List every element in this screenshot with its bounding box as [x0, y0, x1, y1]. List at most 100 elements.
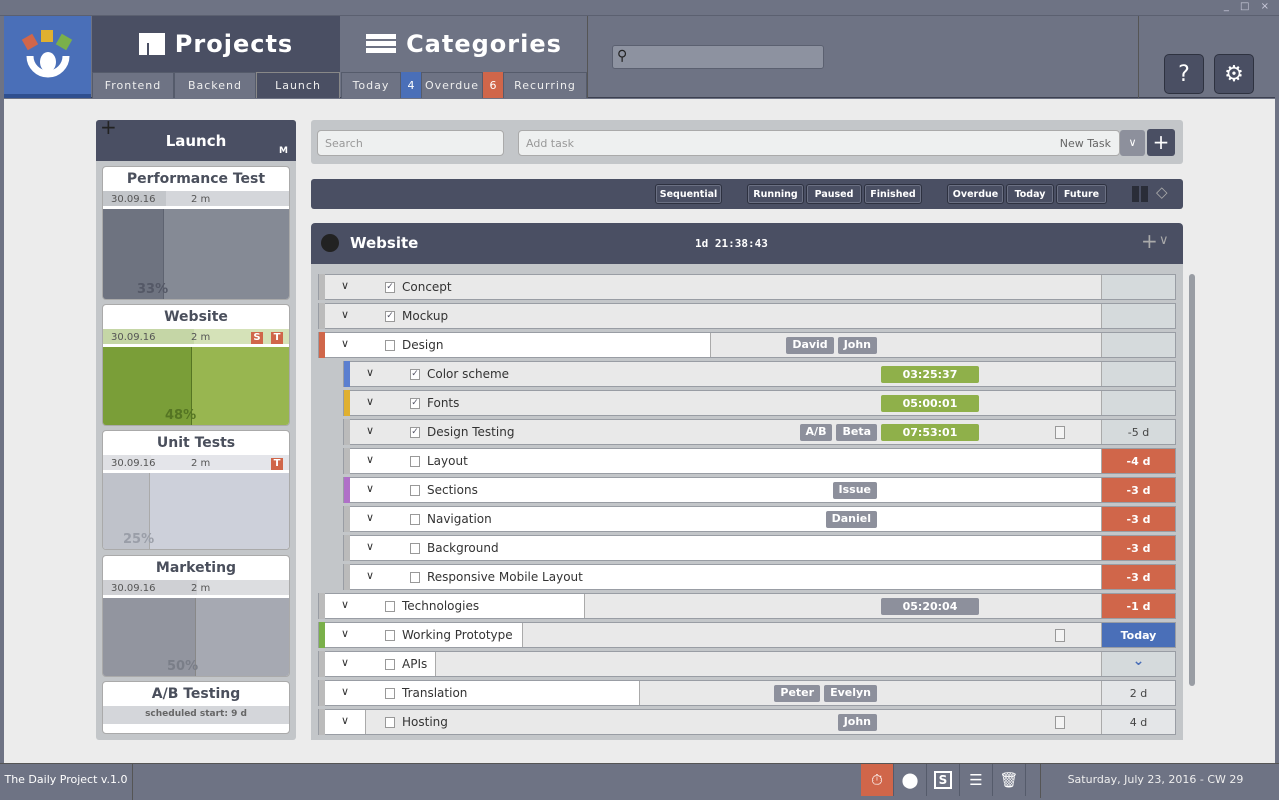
task-row[interactable]: ∨ ✓ Design Testing A/B Beta 07:53:01 -5 d: [343, 419, 1176, 445]
add-task-input[interactable]: Add task New Task: [518, 130, 1120, 156]
task-checkbox[interactable]: [385, 340, 395, 351]
s-tasks-icon[interactable]: S: [927, 764, 960, 796]
global-search-input[interactable]: ⚲: [612, 45, 824, 69]
tab-backend[interactable]: Backend: [174, 72, 256, 98]
task-row[interactable]: ∨ Sections Issue -3 d: [343, 477, 1176, 503]
categories-tab[interactable]: Categories: [341, 16, 587, 72]
task-checkbox[interactable]: [410, 543, 420, 554]
expand-chevron-icon[interactable]: ∨: [366, 482, 374, 495]
note-icon[interactable]: [1055, 716, 1065, 729]
task-tag[interactable]: Evelyn: [824, 685, 877, 702]
task-checkbox[interactable]: [410, 514, 420, 525]
tab-recurring[interactable]: Recurring: [503, 72, 587, 98]
filter-paused[interactable]: Paused: [806, 184, 862, 204]
task-list-scrollbar[interactable]: [1189, 274, 1195, 686]
task-tag[interactable]: John: [837, 714, 877, 731]
task-row[interactable]: ∨ Background -3 d: [343, 535, 1176, 561]
task-tag[interactable]: David: [786, 337, 834, 354]
project-card[interactable]: Unit Tests 30.09.16 2 m T 25%: [102, 430, 290, 550]
expand-chevron-icon[interactable]: ∨: [366, 366, 374, 379]
task-timer[interactable]: 07:53:01: [881, 424, 979, 441]
task-row[interactable]: ∨ Layout -4 d: [343, 448, 1176, 474]
task-row[interactable]: ∨ Working Prototype Today: [318, 622, 1176, 648]
task-timer[interactable]: 03:25:37: [881, 366, 979, 383]
settings-gear-icon[interactable]: ⚙: [1214, 54, 1254, 94]
expand-chevron-icon[interactable]: ∨: [366, 569, 374, 582]
task-checkbox[interactable]: ✓: [410, 427, 420, 438]
task-row[interactable]: ∨ Responsive Mobile Layout -3 d: [343, 564, 1176, 590]
expand-chevron-icon[interactable]: ∨: [341, 656, 349, 669]
task-timer[interactable]: 05:20:04: [881, 598, 979, 615]
project-card[interactable]: Performance Test 30.09.16 2 m 33%: [102, 166, 290, 300]
filter-finished[interactable]: Finished: [864, 184, 922, 204]
task-row[interactable]: ∨ ✓ Concept: [318, 274, 1176, 300]
task-row[interactable]: ∨ Design David John: [318, 332, 1176, 358]
task-row[interactable]: ∨ Technologies 05:20:04 -1 d: [318, 593, 1176, 619]
add-project-icon[interactable]: +: [100, 106, 117, 148]
tab-launch[interactable]: Launch: [256, 72, 340, 98]
filter-running[interactable]: Running: [747, 184, 804, 204]
expand-chevron-icon[interactable]: ∨: [341, 714, 349, 727]
task-checkbox[interactable]: ✓: [385, 282, 395, 293]
stopwatch-icon[interactable]: ⏱: [861, 764, 894, 796]
add-task-plus-icon[interactable]: +: [1141, 229, 1158, 253]
note-icon[interactable]: [1055, 426, 1065, 439]
task-checkbox[interactable]: [385, 717, 395, 728]
app-logo[interactable]: [4, 16, 91, 98]
task-checkbox[interactable]: ✓: [410, 398, 420, 409]
grid-view-icon[interactable]: [1132, 186, 1148, 202]
task-checkbox[interactable]: [410, 485, 420, 496]
tab-today[interactable]: Today: [341, 72, 401, 98]
task-tag[interactable]: Beta: [836, 424, 877, 441]
task-checkbox[interactable]: [385, 630, 395, 641]
task-row[interactable]: ∨ APIs ⌄: [318, 651, 1176, 677]
task-row[interactable]: ∨ ✓ Mockup: [318, 303, 1176, 329]
task-tag[interactable]: Peter: [774, 685, 821, 702]
task-checkbox[interactable]: [385, 601, 395, 612]
expand-chevron-icon[interactable]: ∨: [366, 453, 374, 466]
task-search-input[interactable]: Search: [317, 130, 504, 156]
add-task-plus-icon[interactable]: +: [1147, 129, 1175, 156]
expand-chevron-icon[interactable]: ∨: [366, 511, 374, 524]
expand-chevron-icon[interactable]: ∨: [341, 337, 349, 350]
collapse-chevron-icon[interactable]: ∨: [1159, 233, 1169, 248]
filter-future[interactable]: Future: [1056, 184, 1107, 204]
expand-chevron-icon[interactable]: ∨: [341, 279, 349, 292]
expand-chevron-icon[interactable]: ∨: [341, 627, 349, 640]
tag-icon[interactable]: ◇: [1156, 183, 1168, 201]
expand-chevron-icon[interactable]: ∨: [366, 395, 374, 408]
filter-today[interactable]: Today: [1006, 184, 1054, 204]
note-icon[interactable]: [1055, 629, 1065, 642]
task-row[interactable]: ∨ Translation Peter Evelyn 2 d: [318, 680, 1176, 706]
expand-chevron-icon[interactable]: ∨: [341, 598, 349, 611]
task-tag[interactable]: Daniel: [825, 511, 877, 528]
project-card-selected[interactable]: Website 30.09.16 2 m ST 48%: [102, 304, 290, 426]
window-controls[interactable]: _ □ ×: [1224, 1, 1273, 12]
task-tag[interactable]: Issue: [832, 482, 877, 499]
task-row[interactable]: ∨ Hosting John 4 d: [318, 709, 1176, 735]
task-checkbox[interactable]: ✓: [385, 311, 395, 322]
location-pin-icon[interactable]: ⬤: [894, 764, 927, 796]
task-timer[interactable]: 05:00:01: [881, 395, 979, 412]
project-card[interactable]: A/B Testing scheduled start: 9 d: [102, 681, 290, 734]
task-tag[interactable]: A/B: [799, 424, 833, 441]
expand-chevron-icon[interactable]: ∨: [341, 685, 349, 698]
expand-chevron-icon[interactable]: ∨: [366, 540, 374, 553]
help-button[interactable]: ?: [1164, 54, 1204, 94]
task-row[interactable]: ∨ ✓ Color scheme 03:25:37: [343, 361, 1176, 387]
task-checkbox[interactable]: [385, 659, 395, 670]
task-checkbox[interactable]: [410, 572, 420, 583]
task-row[interactable]: ∨ ✓ Fonts 05:00:01: [343, 390, 1176, 416]
projects-tab[interactable]: Projects: [92, 16, 340, 72]
task-checkbox[interactable]: ✓: [410, 369, 420, 380]
expand-chevron-icon[interactable]: ∨: [366, 424, 374, 437]
expand-chevron-icon[interactable]: ∨: [341, 308, 349, 321]
task-tag[interactable]: John: [837, 337, 877, 354]
filter-overdue[interactable]: Overdue: [947, 184, 1004, 204]
trash-icon[interactable]: 🗑: [993, 764, 1026, 796]
tab-overdue[interactable]: Overdue: [421, 72, 483, 98]
list-settings-icon[interactable]: ☰: [960, 764, 993, 796]
task-row[interactable]: ∨ Navigation Daniel -3 d: [343, 506, 1176, 532]
tab-frontend[interactable]: Frontend: [92, 72, 174, 98]
task-type-dropdown-chevron-icon[interactable]: ∨: [1120, 130, 1145, 156]
